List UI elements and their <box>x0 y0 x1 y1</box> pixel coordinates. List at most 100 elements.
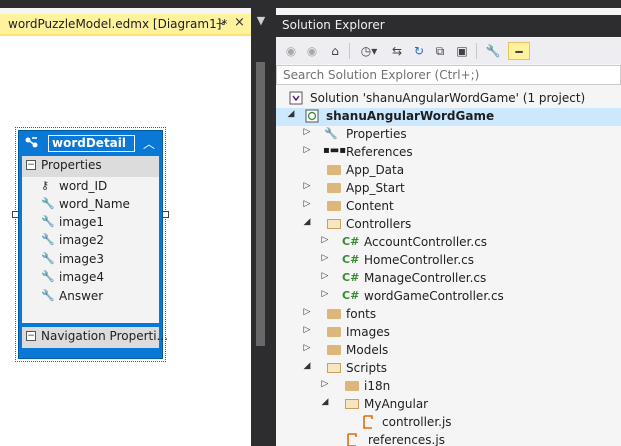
expander-collapsed-icon[interactable]: ▷ <box>302 199 312 209</box>
solution-explorer-title-bar[interactable]: Solution Explorer <box>276 15 621 37</box>
entity-property[interactable]: ⚷ word_ID <box>41 178 159 196</box>
expander-collapsed-icon[interactable]: ▷ <box>302 307 312 317</box>
expander-expanded-icon[interactable]: ◢ <box>320 397 330 407</box>
tree-item-project[interactable]: ◢ shanuAngularWordGame <box>276 108 621 126</box>
tree-item-app-start[interactable]: ▷ App_Start <box>276 180 621 198</box>
entity-name-field[interactable]: wordDetail <box>48 135 135 152</box>
tree-item-fonts[interactable]: ▷ fonts <box>276 306 621 324</box>
wrench-icon: 🔧 <box>41 197 55 210</box>
tree-item-wordgame-controller[interactable]: ▷ C# wordGameController.cs <box>276 288 621 306</box>
home-icon[interactable]: ⌂ <box>326 42 344 60</box>
expander-collapsed-icon[interactable]: ▷ <box>320 271 330 281</box>
wrench-icon: 🔧 <box>41 215 55 228</box>
resize-handle-right[interactable] <box>162 211 169 218</box>
folder-icon <box>326 307 342 321</box>
csharp-icon: C# <box>342 289 360 302</box>
solution-explorer-toolbar: ◉ ◉ ⌂ ◷▾ ⇆ ↻ ⧉ ▣ 🔧 ━ <box>276 38 621 64</box>
tree-item-app-data[interactable]: App_Data <box>276 162 621 180</box>
navigation-section-label: Navigation Properti... <box>41 329 168 343</box>
preview-pin-icon[interactable]: ━ <box>508 42 530 60</box>
tree-item-controllers[interactable]: ◢ Controllers <box>276 216 621 234</box>
sync-icon[interactable]: ⇆ <box>388 42 406 60</box>
collapse-minus-icon[interactable]: − <box>26 331 36 341</box>
back-icon[interactable]: ◉ <box>282 42 300 60</box>
tree-item-properties[interactable]: ▷ 🔧 Properties <box>276 126 621 144</box>
expander-expanded-icon[interactable]: ◢ <box>286 109 296 119</box>
close-icon[interactable]: × <box>234 15 245 30</box>
solution-explorer-title: Solution Explorer <box>282 18 385 32</box>
csharp-icon: C# <box>342 235 360 248</box>
tree-item-references[interactable]: ▷ ▪▬▪ References <box>276 144 621 162</box>
tree-item-label: references.js <box>368 433 445 446</box>
entity-property[interactable]: 🔧 image3 <box>41 251 159 269</box>
collapse-all-icon[interactable]: ⧉ <box>431 42 449 60</box>
tree-item-myangular[interactable]: ◢ MyAngular <box>276 396 621 414</box>
entity-property[interactable]: 🔧 image2 <box>41 232 159 250</box>
expander-collapsed-icon[interactable]: ▷ <box>320 235 330 245</box>
key-icon: ⚷ <box>41 179 50 192</box>
expander-expanded-icon[interactable]: ◢ <box>302 217 312 227</box>
tree-item-images[interactable]: ▷ Images <box>276 324 621 342</box>
pin-icon[interactable]: ⊸ <box>216 17 225 30</box>
refresh-icon[interactable]: ↻ <box>410 42 428 60</box>
entity-property[interactable]: 🔧 Answer <box>41 288 159 306</box>
expander-collapsed-icon[interactable]: ▷ <box>302 325 312 335</box>
toolbar-separator <box>476 43 477 59</box>
document-tab[interactable]: wordPuzzleModel.edmx [Diagram1]* ⊸ × <box>0 14 251 36</box>
expander-expanded-icon[interactable]: ◢ <box>302 361 312 371</box>
tree-item-references-js[interactable]: references.js <box>276 432 621 446</box>
solution-explorer-pane: Solution Explorer ◉ ◉ ⌂ ◷▾ ⇆ ↻ ⧉ ▣ 🔧 ━ S… <box>276 8 621 446</box>
property-name: word_ID <box>59 179 108 193</box>
folder-icon <box>344 379 360 393</box>
expander-collapsed-icon[interactable]: ▷ <box>302 127 312 137</box>
tree-item-scripts[interactable]: ◢ Scripts <box>276 360 621 378</box>
tree-item-label: shanuAngularWordGame <box>326 109 495 123</box>
entity-property[interactable]: 🔧 image4 <box>41 269 159 287</box>
expander-collapsed-icon[interactable]: ▷ <box>320 379 330 389</box>
tree-item-controller-js[interactable]: controller.js <box>276 414 621 432</box>
document-tab-title: wordPuzzleModel.edmx [Diagram1]* <box>8 17 228 31</box>
tree-item-label: wordGameController.cs <box>364 289 504 303</box>
tree-item-account-controller[interactable]: ▷ C# AccountController.cs <box>276 234 621 252</box>
tree-item-i18n[interactable]: ▷ i18n <box>276 378 621 396</box>
expander-collapsed-icon[interactable]: ▷ <box>320 289 330 299</box>
folder-icon <box>326 343 342 357</box>
tree-item-label: ManageController.cs <box>364 271 487 285</box>
expander-collapsed-icon[interactable]: ▷ <box>302 145 312 155</box>
tab-dropdown-icon[interactable]: ▼ <box>254 14 268 28</box>
search-box[interactable] <box>276 65 621 85</box>
navigation-section-header[interactable]: − Navigation Properti... <box>22 327 168 348</box>
folder-icon <box>326 199 342 213</box>
expander-collapsed-icon[interactable]: ▷ <box>320 253 330 263</box>
properties-section-header[interactable]: − Properties <box>22 156 159 177</box>
wrench-icon: 🔧 <box>41 270 55 283</box>
tree-item-label: Models <box>346 343 389 357</box>
forward-icon[interactable]: ◉ <box>303 42 321 60</box>
wrench-icon: 🔧 <box>41 252 55 265</box>
designer-canvas[interactable]: wordDetail ︿ − Properties ⚷ word_ID 🔧 wo… <box>0 36 251 446</box>
tree-item-home-controller[interactable]: ▷ C# HomeController.cs <box>276 252 621 270</box>
show-all-files-icon[interactable]: ▣ <box>453 42 471 60</box>
entity-property[interactable]: 🔧 word_Name <box>41 196 159 214</box>
designer-vertical-scrollbar[interactable] <box>251 36 270 446</box>
scrollbar-thumb[interactable] <box>256 62 265 346</box>
tree-item-content[interactable]: ▷ Content <box>276 198 621 216</box>
references-icon: ▪▬▪ <box>323 145 347 156</box>
search-input[interactable] <box>277 66 607 84</box>
properties-wrench-icon[interactable]: 🔧 <box>484 42 502 60</box>
tree-item-manage-controller[interactable]: ▷ C# ManageController.cs <box>276 270 621 288</box>
collapse-minus-icon[interactable]: − <box>26 160 36 170</box>
tree-item-models[interactable]: ▷ Models <box>276 342 621 360</box>
entity-wordDetail[interactable]: wordDetail ︿ − Properties ⚷ word_ID 🔧 wo… <box>18 130 168 359</box>
entity-property[interactable]: 🔧 image1 <box>41 214 159 232</box>
tree-item-label: Controllers <box>346 217 412 231</box>
expander-collapsed-icon[interactable]: ▷ <box>302 343 312 353</box>
expander-collapsed-icon[interactable]: ▷ <box>302 181 312 191</box>
collapse-chevron-up-icon[interactable]: ︿ <box>143 135 155 152</box>
js-file-icon <box>344 433 360 446</box>
properties-section-label: Properties <box>41 158 102 172</box>
pending-changes-filter-icon[interactable]: ◷▾ <box>356 42 382 60</box>
entity-header[interactable]: wordDetail ︿ <box>19 131 162 156</box>
folder-open-icon <box>326 217 342 231</box>
tree-item-solution[interactable]: Solution 'shanuAngularWordGame' (1 proje… <box>276 90 621 108</box>
